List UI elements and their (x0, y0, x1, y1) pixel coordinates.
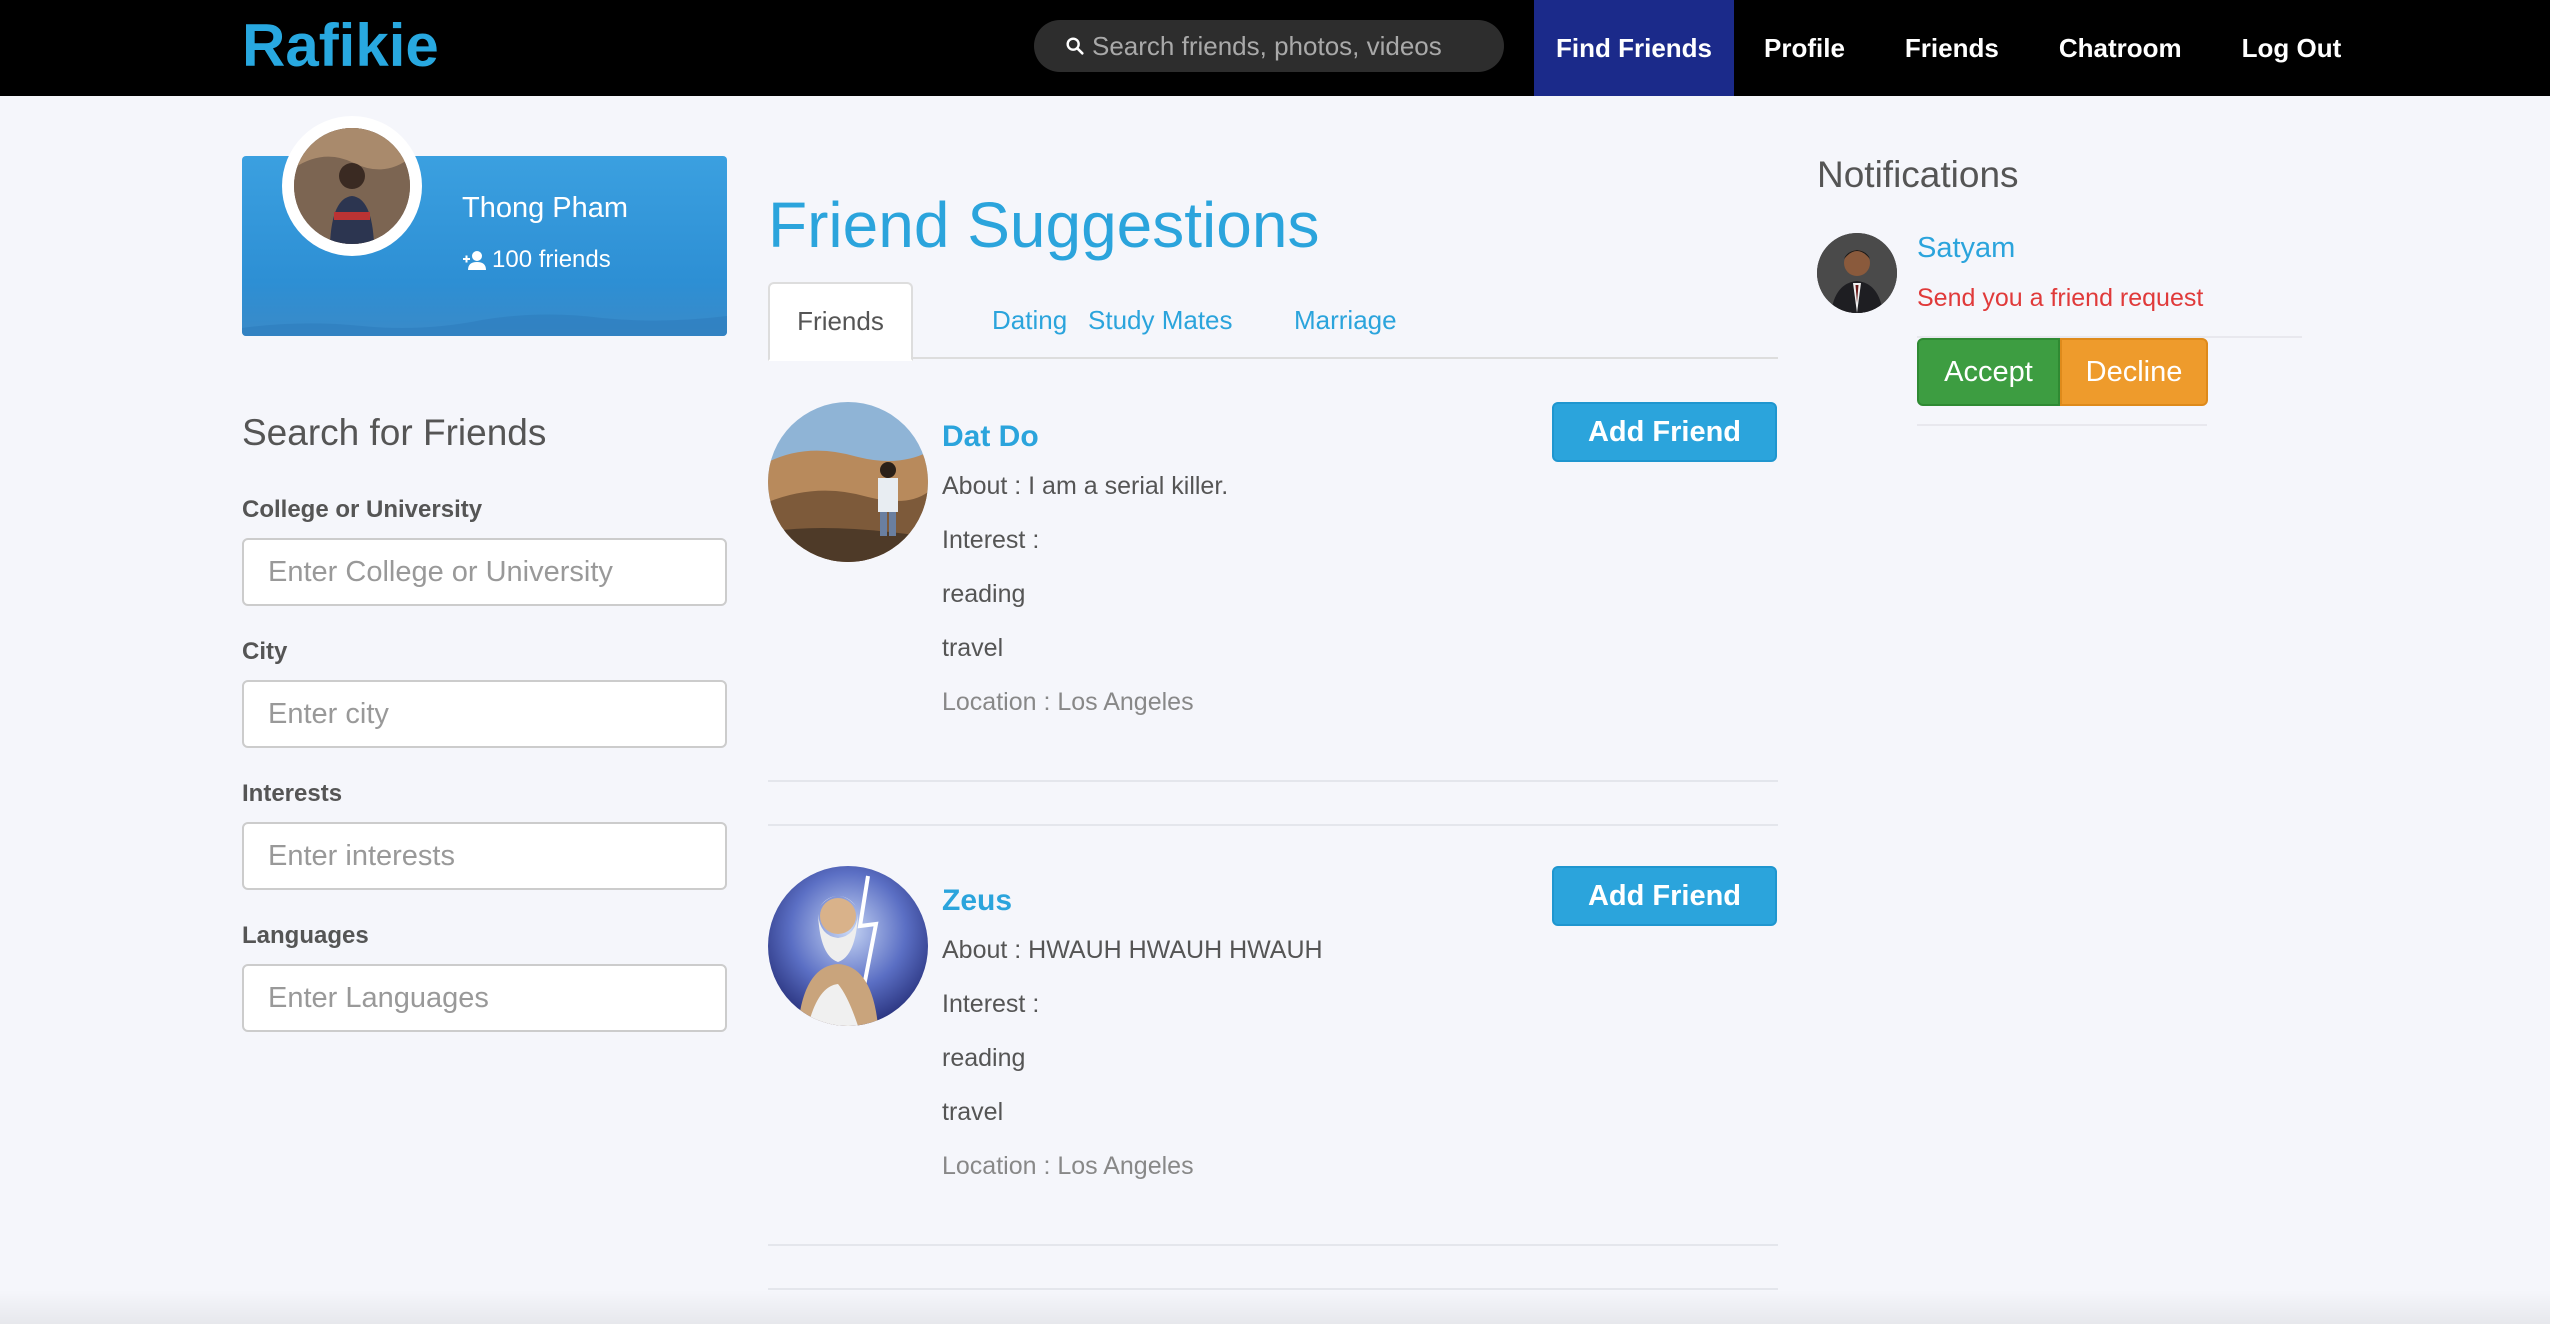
page-title: Friend Suggestions (768, 189, 1320, 261)
tab-marriage[interactable]: Marriage (1294, 282, 1397, 359)
notification-message: Send you a friend request (1917, 284, 2204, 312)
search-icon (1066, 37, 1084, 55)
accept-button[interactable]: Accept (1917, 338, 2060, 406)
brand-logo[interactable]: Rafikie (242, 8, 439, 84)
friend-name[interactable]: Zeus (942, 884, 1012, 918)
tab-dating[interactable]: Dating (992, 282, 1067, 359)
row-divider (768, 780, 1778, 782)
nav-log-out[interactable]: Log Out (2212, 0, 2372, 96)
nav-friends[interactable]: Friends (1875, 0, 2029, 96)
college-input[interactable] (242, 538, 727, 606)
friend-location: Location : Los Angeles (942, 688, 1194, 716)
friend-interest-label: Interest : (942, 990, 1040, 1018)
nav-links: Find Friends Profile Friends Chatroom Lo… (1534, 0, 2371, 96)
nav-find-friends[interactable]: Find Friends (1534, 0, 1734, 96)
nav-chatroom[interactable]: Chatroom (2029, 0, 2212, 96)
global-search[interactable] (1034, 20, 1504, 72)
friend-interest: travel (942, 634, 1004, 662)
city-label: City (242, 638, 288, 665)
languages-label: Languages (242, 922, 369, 949)
profile-avatar[interactable] (282, 116, 422, 256)
notification-sender[interactable]: Satyam (1917, 232, 2015, 265)
search-section-title: Search for Friends (242, 412, 547, 453)
friend-interest: travel (942, 1098, 1004, 1126)
profile-name[interactable]: Thong Pham (462, 192, 628, 225)
friend-avatar-image (768, 866, 928, 1026)
interests-input[interactable] (242, 822, 727, 890)
notifications-title: Notifications (1817, 154, 2019, 195)
notification-avatar[interactable] (1817, 233, 1897, 313)
bottom-shadow (0, 1290, 2550, 1324)
decline-button[interactable]: Decline (2060, 338, 2208, 406)
suggestion-tabs: Friends Dating Study Mates Marriage (768, 282, 1778, 361)
add-friend-icon (463, 251, 486, 270)
global-search-input[interactable] (1092, 26, 1492, 66)
friend-interest: reading (942, 1044, 1026, 1072)
add-friend-button[interactable]: Add Friend (1552, 402, 1777, 462)
interests-label: Interests (242, 780, 343, 807)
top-navbar: Rafikie Find Friends Profile Friends Cha… (0, 0, 2550, 96)
row-divider (768, 824, 1778, 826)
tab-friends[interactable]: Friends (768, 282, 913, 361)
friend-about: About : HWAUH HWAUH HWAUH (942, 936, 1323, 964)
profile-cover-hills (242, 314, 727, 336)
friend-name[interactable]: Dat Do (942, 420, 1039, 454)
row-divider (768, 1244, 1778, 1246)
profile-avatar-image (294, 128, 410, 244)
friend-avatar[interactable] (768, 866, 928, 1026)
languages-input[interactable] (242, 964, 727, 1032)
nav-profile[interactable]: Profile (1734, 0, 1875, 96)
add-friend-button[interactable]: Add Friend (1552, 866, 1777, 926)
city-input[interactable] (242, 680, 727, 748)
college-label: College or University (242, 496, 483, 523)
friend-interest-label: Interest : (942, 526, 1040, 554)
friend-avatar-image (768, 402, 928, 562)
friend-about: About : I am a serial killer. (942, 472, 1229, 500)
friend-interest: reading (942, 580, 1026, 608)
friend-avatar[interactable] (768, 402, 928, 562)
notification-avatar-image (1817, 233, 1897, 313)
profile-friends-count[interactable]: 100 friends (462, 246, 611, 274)
notification-divider (1917, 424, 2207, 426)
friend-location: Location : Los Angeles (942, 1152, 1194, 1180)
profile-friends-label: 100 friends (492, 246, 611, 273)
tab-study-mates[interactable]: Study Mates (1088, 282, 1233, 359)
